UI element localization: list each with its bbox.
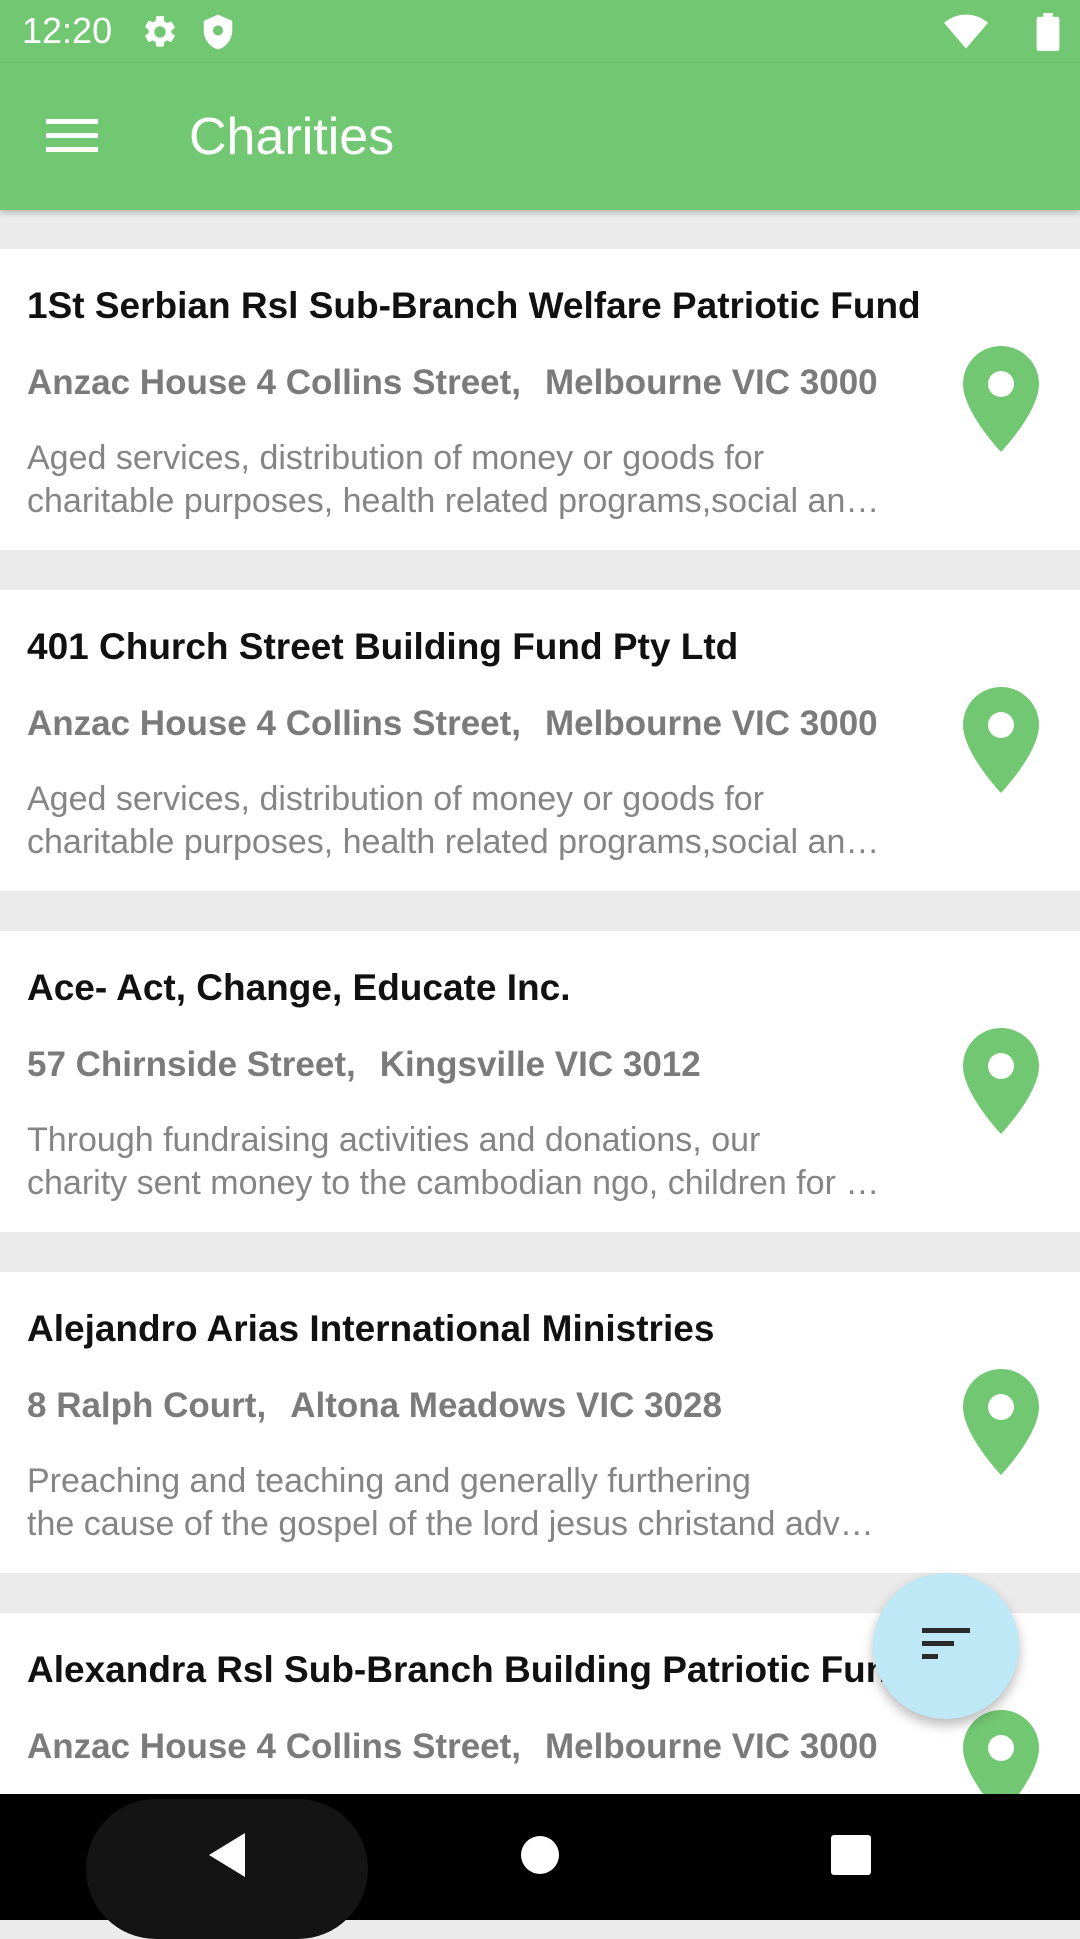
charity-description-line: Preaching and teaching and generally fur… (27, 1462, 751, 1500)
sort-icon (920, 1624, 972, 1669)
charity-name: Ace- Act, Change, Educate Inc. (27, 967, 571, 1008)
home-button[interactable] (495, 1812, 585, 1902)
navigation-bar (0, 1794, 1080, 1939)
charity-description-line: charitable purposes, health related prog… (27, 823, 880, 861)
charity-street: Anzac House 4 Collins Street, (27, 704, 522, 743)
charity-description: Preaching and teaching and generally fur… (27, 1460, 947, 1546)
battery-icon (1036, 13, 1060, 51)
app-bar: Charities (0, 63, 1080, 210)
charity-city: Melbourne VIC 3000 (545, 704, 878, 743)
charity-address: 57 Chirnside Street, Kingsville VIC 3012 (27, 1044, 701, 1086)
charity-street: 8 Ralph Court, (27, 1386, 267, 1425)
charity-street: 57 Chirnside Street, (27, 1045, 356, 1084)
recents-button[interactable] (806, 1812, 896, 1902)
charity-name: Alejandro Arias International Ministries (27, 1308, 715, 1349)
charity-card[interactable]: 401 Church Street Building Fund Pty Ltd … (0, 590, 1080, 891)
charity-list[interactable]: 1St Serbian Rsl Sub-Branch Welfare Patri… (0, 210, 1080, 1794)
charity-city: Altona Meadows VIC 3028 (290, 1386, 722, 1425)
wifi-icon (944, 13, 988, 51)
charity-address: 8 Ralph Court, Altona Meadows VIC 3028 (27, 1385, 722, 1427)
back-icon (205, 1831, 249, 1884)
gear-icon (141, 13, 179, 51)
page-title: Charities (189, 108, 395, 166)
charity-name: 1St Serbian Rsl Sub-Branch Welfare Patri… (27, 285, 921, 326)
hamburger-menu-icon (46, 115, 98, 160)
charity-card[interactable]: Alejandro Arias International Ministries… (0, 1272, 1080, 1573)
charity-description-line: Aged services, distribution of money or … (27, 439, 765, 477)
map-pin-icon[interactable] (961, 344, 1041, 454)
charity-description: Aged services, distribution of money or … (27, 437, 947, 523)
charity-description-line: the cause of the gospel of the lord jesu… (27, 1505, 874, 1543)
charity-street: Anzac House 4 Collins Street, (27, 363, 522, 402)
status-time: 12:20 (22, 10, 113, 51)
map-pin-icon[interactable] (961, 685, 1041, 795)
status-bar: 12:20 (0, 0, 1080, 63)
charity-name: 401 Church Street Building Fund Pty Ltd (27, 626, 739, 667)
map-pin-icon[interactable] (961, 1367, 1041, 1477)
charity-description-line: charity sent money to the cambodian ngo,… (27, 1164, 880, 1202)
back-button[interactable] (182, 1812, 272, 1902)
map-pin-icon[interactable] (961, 1708, 1041, 1794)
menu-button[interactable] (34, 99, 110, 175)
charity-address: Anzac House 4 Collins Street, Melbourne V… (27, 703, 878, 745)
home-icon (519, 1834, 561, 1881)
charity-card[interactable]: Ace- Act, Change, Educate Inc. 57 Chirns… (0, 931, 1080, 1232)
charity-street: Anzac House 4 Collins Street, (27, 1727, 522, 1766)
sort-fab-button[interactable] (873, 1573, 1019, 1719)
recents-icon (830, 1834, 872, 1881)
charity-description: Aged services, distribution of money or … (27, 778, 947, 864)
charity-city: Kingsville VIC 3012 (379, 1045, 701, 1084)
map-pin-icon[interactable] (961, 1026, 1041, 1136)
charity-city: Melbourne VIC 3000 (545, 1727, 878, 1766)
charity-address: Anzac House 4 Collins Street, Melbourne V… (27, 362, 878, 404)
shield-icon (199, 13, 237, 51)
charity-address: Anzac House 4 Collins Street, Melbourne V… (27, 1726, 878, 1768)
charity-card[interactable]: 1St Serbian Rsl Sub-Branch Welfare Patri… (0, 249, 1080, 550)
charity-city: Melbourne VIC 3000 (545, 363, 878, 402)
charity-description-line: Through fundraising activities and donat… (27, 1121, 761, 1159)
charity-description: Through fundraising activities and donat… (27, 1119, 947, 1205)
charity-description-line: charitable purposes, health related prog… (27, 482, 880, 520)
charity-description-line: Aged services, distribution of money or … (27, 780, 765, 818)
